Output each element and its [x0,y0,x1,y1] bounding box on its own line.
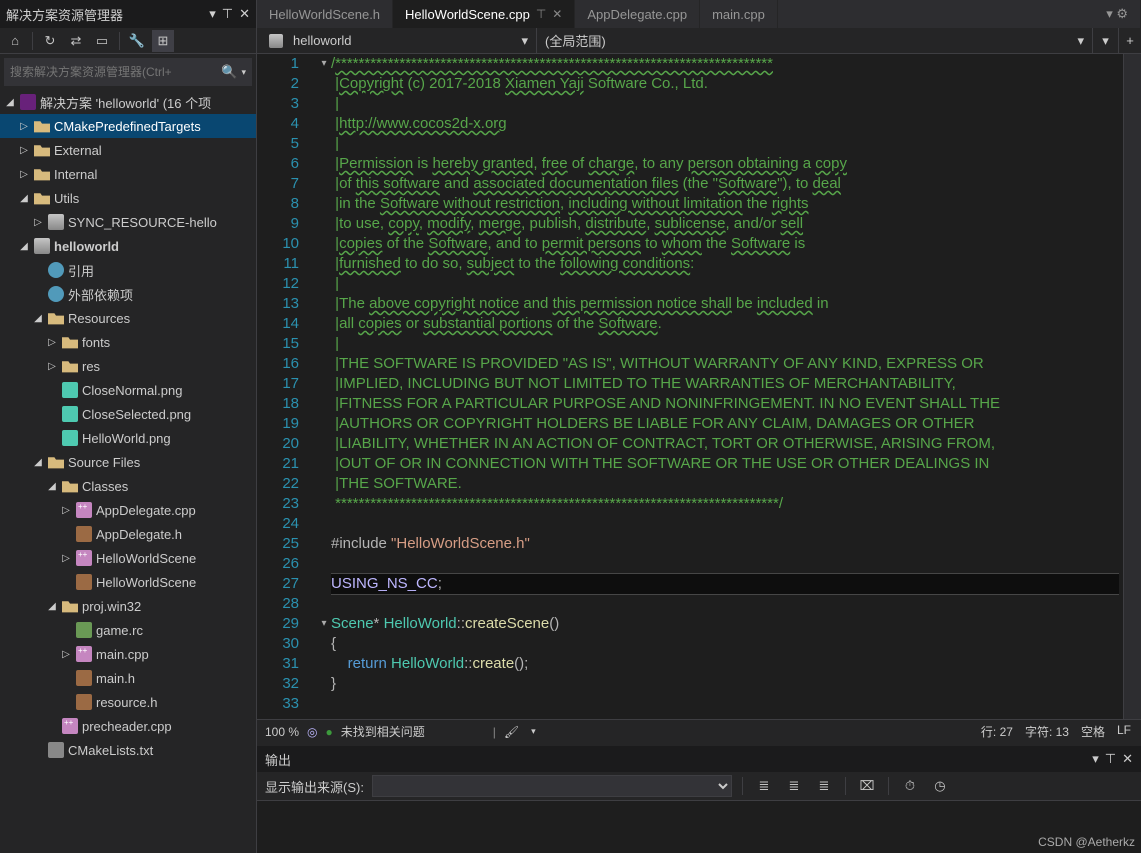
solution-root[interactable]: ◢ 解决方案 'helloworld' (16 个项 [0,90,256,114]
context-dropdown[interactable]: (全局范围) ▾ [537,28,1093,53]
tree-item[interactable]: ▷res [0,354,256,378]
tree-item[interactable]: AppDelegate.h [0,522,256,546]
wrench-icon[interactable]: 🔧 [126,30,148,52]
tree-item[interactable]: ▷SYNC_RESOURCE-hello [0,210,256,234]
tree-item[interactable]: ▷fonts [0,330,256,354]
dropdown-icon[interactable]: ▾ [209,6,216,22]
output-title: 输出 [265,750,291,769]
tree-item[interactable]: ◢Source Files [0,450,256,474]
tree-item[interactable]: 引用 [0,258,256,282]
tree-item[interactable]: ▷HelloWorldScene [0,546,256,570]
history-icon[interactable]: ⏱ [899,775,921,797]
tree-item[interactable]: ▷External [0,138,256,162]
arrow-icon[interactable]: ↻ [39,30,61,52]
tree-item[interactable]: 外部依赖项 [0,282,256,306]
tree-item[interactable]: ◢Classes [0,474,256,498]
tree-item[interactable]: game.rc [0,618,256,642]
solution-explorer: 解决方案资源管理器 ▾ ⊤ ✕ ⌂ ↻ ⇄ ▭ 🔧 ⊞ 🔍▾ ◢ 解决方案 'h… [0,0,257,853]
code-editor[interactable]: 1▾/*************************************… [257,54,1123,719]
close-icon[interactable]: ✕ [1122,751,1133,767]
tree-item[interactable]: resource.h [0,690,256,714]
clock-icon[interactable]: ◷ [929,775,951,797]
tree-item[interactable]: ▷CMakePredefinedTargets [0,114,256,138]
indent-left-icon[interactable]: ≣ [753,775,775,797]
tree-item[interactable]: HelloWorldScene [0,570,256,594]
scope-label: helloworld [293,33,352,48]
nav-split-icon[interactable]: ▾ [1093,28,1119,53]
tree-item[interactable]: ◢proj.win32 [0,594,256,618]
solution-tree[interactable]: ◢ 解决方案 'helloworld' (16 个项 ▷CMakePredefi… [0,90,256,853]
output-panel: 输出 ▾ ⊤ ✕ 显示输出来源(S): ≣ ≣ ≣ ⌧ ⏱ ◷ [257,743,1141,853]
scope-dropdown[interactable]: helloworld ▾ [257,28,537,53]
tab[interactable]: HelloWorldScene.h [257,0,393,28]
output-body[interactable] [257,800,1141,853]
explorer-toolbar: ⌂ ↻ ⇄ ▭ 🔧 ⊞ [0,28,256,54]
tab[interactable]: main.cpp [700,0,778,28]
pin-icon[interactable]: ⊤ [536,7,546,21]
status-bar: 100 % ◎ ● 未找到相关问题 | 🖌▾ 行: 27 字符: 13 空格 L… [257,719,1141,743]
tree-item[interactable]: ▷AppDelegate.cpp [0,498,256,522]
home-icon[interactable]: ⌂ [4,30,26,52]
tree-item[interactable]: ▷main.cpp [0,642,256,666]
tree-item[interactable]: precheader.cpp [0,714,256,738]
ok-icon: ● [326,725,333,739]
tab[interactable]: HelloWorldScene.cpp⊤✕ [393,0,575,28]
search-input[interactable] [10,65,221,79]
tree-item[interactable]: HelloWorld.png [0,426,256,450]
close-icon[interactable]: ✕ [239,6,250,22]
pin-icon[interactable]: ⊤ [1105,751,1116,767]
dropdown-icon[interactable]: ▾ [1092,751,1099,767]
col-indicator[interactable]: 字符: 13 [1025,723,1069,740]
project-icon [269,34,283,48]
tab[interactable]: AppDelegate.cpp [575,0,700,28]
tree-item[interactable]: CloseNormal.png [0,378,256,402]
watermark: CSDN @Aetherkz [1038,835,1135,849]
eol-indicator[interactable]: LF [1117,723,1131,740]
tree-item[interactable]: ◢Utils [0,186,256,210]
stack-icon[interactable]: ▭ [91,30,113,52]
solution-icon [20,94,36,110]
tab-bar: HelloWorldScene.hHelloWorldScene.cpp⊤✕Ap… [257,0,1141,28]
tree-item[interactable]: ▷Internal [0,162,256,186]
search-box[interactable]: 🔍▾ [4,58,252,86]
nav-plus-icon[interactable]: + [1119,28,1141,53]
tree-item[interactable]: CMakeLists.txt [0,738,256,762]
scrollbar[interactable] [1123,54,1141,719]
indent-right-icon[interactable]: ≣ [783,775,805,797]
panel-title-text: 解决方案资源管理器 [6,5,209,24]
close-icon[interactable]: ✕ [552,7,562,21]
tree-item[interactable]: ◢Resources [0,306,256,330]
nav-bar: helloworld ▾ (全局范围) ▾ ▾ + [257,28,1141,54]
pin-icon[interactable]: ⊤ [222,6,233,22]
line-indicator[interactable]: 行: 27 [981,723,1013,740]
editor-pane: HelloWorldScene.hHelloWorldScene.cpp⊤✕Ap… [257,0,1141,853]
tree-item[interactable]: CloseSelected.png [0,402,256,426]
indent-indicator[interactable]: 空格 [1081,723,1105,740]
context-label: (全局范围) [545,31,606,50]
sync-icon[interactable]: ⇄ [65,30,87,52]
clear-icon[interactable]: ⌧ [856,775,878,797]
tree-item[interactable]: main.h [0,666,256,690]
tree-item[interactable]: ◢helloworld [0,234,256,258]
output-source-select[interactable] [372,775,732,797]
wrap-icon[interactable]: ≣ [813,775,835,797]
solution-root-label: 解决方案 'helloworld' (16 个项 [40,93,211,112]
brush-icon[interactable]: 🖌 [504,725,519,739]
zoom-level[interactable]: 100 % [265,725,299,739]
show-all-icon[interactable]: ⊞ [152,30,174,52]
gear-icon[interactable]: ▾ ⚙ [1094,0,1141,28]
search-icon[interactable]: 🔍 [221,64,237,80]
issues-label[interactable]: 未找到相关问题 [341,723,425,740]
output-source-label: 显示输出来源(S): [265,777,364,796]
bulb-icon[interactable]: ◎ [307,725,317,739]
panel-title: 解决方案资源管理器 ▾ ⊤ ✕ [0,0,256,28]
